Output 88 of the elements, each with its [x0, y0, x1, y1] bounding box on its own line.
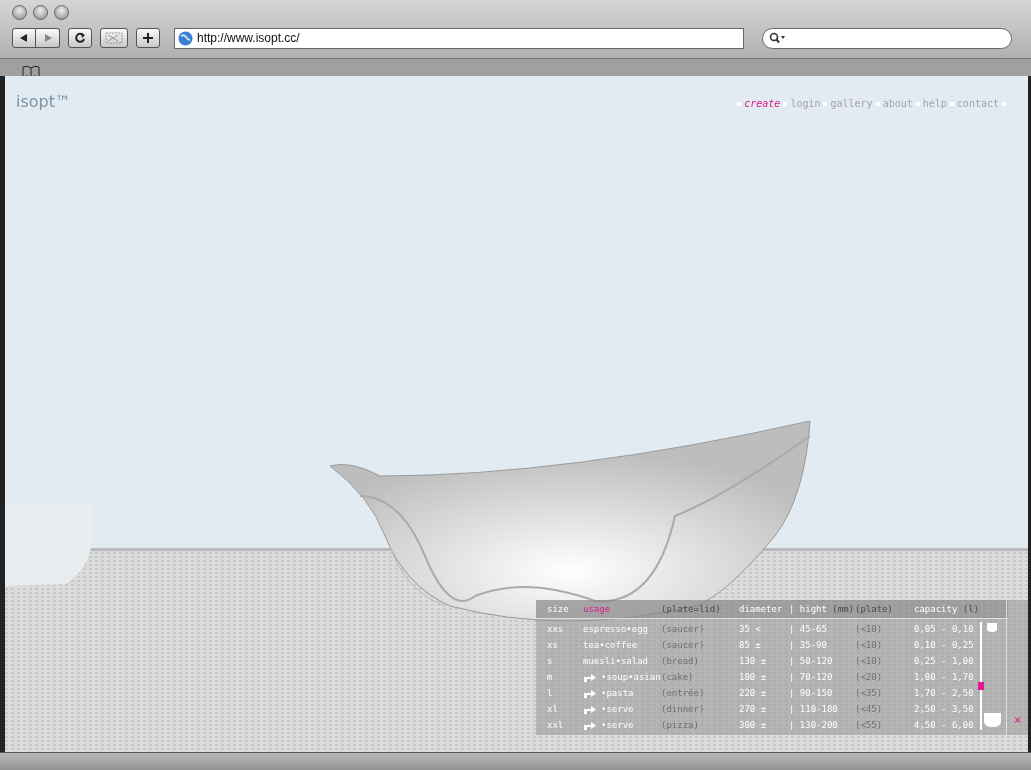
arrow-icon: [583, 704, 597, 714]
slider-thumb[interactable]: [978, 682, 984, 690]
table-cell: •serve: [601, 704, 634, 714]
table-cell-text: | 50-120: [789, 656, 834, 666]
table-cell-text: 180 ±: [739, 672, 768, 682]
arrow-icon: [583, 688, 597, 698]
table-cell: tea•coffee: [583, 640, 638, 650]
table-cell-text: (<10): [855, 624, 884, 634]
column-header: diameter: [739, 604, 784, 614]
table-cell-text: | 90-150: [789, 688, 834, 698]
table-cell-text: 0,10 - 0,25: [914, 640, 975, 650]
arrow-icon: [583, 672, 597, 682]
back-arrow-icon: [19, 33, 29, 43]
table-cell-text: xl: [547, 704, 559, 714]
table-cell-text: (entrée): [661, 688, 706, 698]
table-cell-text: | 130-200: [789, 720, 839, 730]
column-header: capacity (l): [914, 604, 981, 614]
reload-icon: [74, 32, 86, 44]
nav-link[interactable]: create: [744, 98, 781, 109]
table-cell-text: 4,50 - 6,00: [914, 720, 975, 730]
table-cell-text: (dinner): [661, 704, 706, 714]
arrow-icon: [583, 720, 597, 730]
reload-button[interactable]: [68, 28, 92, 48]
table-cell-text: l: [547, 688, 554, 698]
table-cell-text: 1,00 - 1,70: [914, 672, 975, 682]
table-cell-text: (saucer): [661, 624, 706, 634]
add-bookmark-button[interactable]: [136, 28, 160, 48]
table-cell: •soup•asian: [601, 672, 661, 682]
table-cell-text: xxl: [547, 720, 565, 730]
nav-link[interactable]: help: [922, 98, 947, 109]
forward-button[interactable]: [36, 28, 60, 48]
table-cell-text: 0,05 - 0,10: [914, 624, 975, 634]
nav-link[interactable]: login: [790, 98, 821, 109]
table-cell-text: 220 ±: [739, 688, 768, 698]
table-cell-text: 130 ±: [739, 656, 768, 666]
table-cell-text: (<35): [855, 688, 884, 698]
table-cell-text: (cake): [661, 672, 695, 682]
bookmarks-icon[interactable]: [22, 64, 40, 78]
table-cell-text: 85 ±: [739, 640, 762, 650]
address-field[interactable]: http://www.isopt.cc/: [174, 27, 744, 49]
table-cell-text: xs: [547, 640, 559, 650]
table-cell-text: 35 <: [739, 624, 762, 634]
search-icon: [769, 32, 785, 44]
table-cell-text: (<45): [855, 704, 884, 714]
nav-link[interactable]: gallery: [830, 98, 873, 109]
table-cell-text: 1,70 - 2,50: [914, 688, 975, 698]
column-header[interactable]: usage: [583, 604, 661, 614]
search-field[interactable]: [762, 27, 1012, 49]
table-cell: •serve: [601, 720, 634, 730]
column-header: size: [547, 604, 570, 614]
table-cell-text: 270 ±: [739, 704, 768, 714]
table-cell-text: (<20): [855, 672, 884, 682]
table-cell-text: m: [547, 672, 554, 682]
globe-icon: [178, 30, 193, 46]
nav-link[interactable]: contact: [956, 98, 999, 109]
small-bowl-icon: [986, 622, 998, 634]
table-cell-text: 0,25 - 1,00: [914, 656, 975, 666]
forward-arrow-icon: [42, 33, 53, 43]
table-cell-text: | 45-65: [789, 624, 828, 634]
table-cell-text: 300 ±: [739, 720, 768, 730]
table-cell-text: | 110-180: [789, 704, 839, 714]
table-cell-text: s: [547, 656, 554, 666]
table-cell-text: (<55): [855, 720, 884, 730]
table-cell-text: (pizza): [661, 720, 700, 730]
table-cell-text: 2,50 - 3,50: [914, 704, 975, 714]
close-button[interactable]: ×: [1014, 713, 1022, 727]
column-header: (plate=lid): [661, 604, 722, 614]
column-header: | hight (mm): [789, 604, 855, 614]
large-bowl-icon: [984, 713, 1001, 728]
back-button[interactable]: [12, 28, 36, 48]
table-cell-text: (bread): [661, 656, 700, 666]
nav-link[interactable]: about: [882, 98, 913, 109]
table-cell: •pasta: [601, 688, 634, 698]
table-cell-text: | 70-120: [789, 672, 834, 682]
close-window-button[interactable]: [12, 4, 27, 20]
site-logo[interactable]: isopt™: [16, 92, 71, 111]
table-cell: muesli•salad: [583, 656, 649, 666]
column-header: (plate): [855, 604, 894, 614]
plus-icon: [142, 32, 154, 44]
table-cell-text: xxs: [547, 624, 565, 634]
table-cell-text: (<10): [855, 640, 884, 650]
clip-button[interactable]: [100, 28, 128, 48]
table-cell: espresso•egg: [583, 624, 649, 634]
zoom-window-button[interactable]: [54, 4, 69, 20]
table-cell-text: (<10): [855, 656, 884, 666]
table-cell-text: (saucer): [661, 640, 706, 650]
table-cell-text: | 35-90: [789, 640, 828, 650]
minimize-window-button[interactable]: [33, 4, 48, 20]
